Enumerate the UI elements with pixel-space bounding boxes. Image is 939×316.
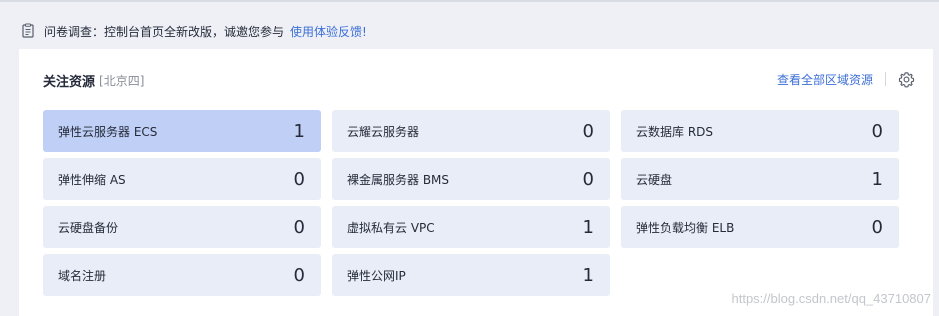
- followed-resources-card: 关注资源 [北京四] 查看全部区域资源 弹性云服务器 ECS 1 云耀云服务器 …: [19, 49, 933, 316]
- resource-count: 0: [582, 120, 594, 142]
- resource-count: 0: [293, 168, 305, 190]
- resource-tile-evs[interactable]: 云硬盘 1: [621, 158, 899, 200]
- resource-name: 域名注册: [58, 268, 107, 283]
- resource-name: 云硬盘备份: [58, 220, 119, 235]
- resource-tile-bms[interactable]: 裸金属服务器 BMS 0: [332, 158, 610, 200]
- resource-tile-rds[interactable]: 云数据库 RDS 0: [621, 110, 899, 152]
- resource-count: 0: [871, 216, 883, 238]
- resource-name: 弹性伸缩 AS: [58, 172, 126, 187]
- resource-name: 弹性云服务器 ECS: [58, 124, 158, 139]
- resource-name: 云数据库 RDS: [636, 124, 714, 139]
- top-divider: [0, 0, 939, 2]
- resource-count: 1: [871, 168, 883, 190]
- survey-icon: [20, 23, 36, 39]
- resource-grid: 弹性云服务器 ECS 1 云耀云服务器 0 云数据库 RDS 0 弹性伸缩 AS…: [43, 110, 899, 296]
- resource-count: 1: [293, 120, 305, 142]
- resource-tile-as[interactable]: 弹性伸缩 AS 0: [43, 158, 321, 200]
- resource-tile-elb[interactable]: 弹性负载均衡 ELB 0: [621, 206, 899, 248]
- resource-tile-vbs[interactable]: 云硬盘备份 0: [43, 206, 321, 248]
- gear-icon[interactable]: [898, 71, 915, 88]
- region-label: [北京四]: [99, 73, 145, 88]
- card-header: 关注资源 [北京四]: [43, 71, 145, 90]
- resource-count: 0: [293, 216, 305, 238]
- watermark: https://blog.csdn.net/qq_43710807: [731, 291, 932, 306]
- resource-tile-domain[interactable]: 域名注册 0: [43, 254, 321, 296]
- resource-count: 1: [582, 216, 594, 238]
- resource-count: 0: [582, 168, 594, 190]
- header-divider: [885, 72, 886, 86]
- resource-name: 弹性负载均衡 ELB: [636, 220, 735, 235]
- resource-name: 虚拟私有云 VPC: [347, 220, 435, 235]
- feedback-link[interactable]: 使用体验反馈!: [290, 23, 367, 40]
- resource-count: 0: [293, 264, 305, 286]
- card-header-actions: 查看全部区域资源: [777, 69, 915, 89]
- resource-tile-vpc[interactable]: 虚拟私有云 VPC 1: [332, 206, 610, 248]
- resource-name: 云耀云服务器: [347, 124, 420, 139]
- survey-notice-text: 问卷调查：控制台首页全新改版，诚邀您参与: [44, 24, 285, 39]
- resource-name: 云硬盘: [636, 172, 673, 187]
- resource-tile-ecs[interactable]: 弹性云服务器 ECS 1: [43, 110, 321, 152]
- resource-count: 1: [582, 264, 594, 286]
- console-page: 问卷调查：控制台首页全新改版，诚邀您参与 使用体验反馈! 关注资源 [北京四] …: [0, 0, 939, 316]
- resource-count: 0: [871, 120, 883, 142]
- resource-name: 弹性公网IP: [347, 268, 406, 283]
- resource-name: 裸金属服务器 BMS: [347, 172, 450, 187]
- card-title: 关注资源: [43, 74, 96, 90]
- view-all-regions-link[interactable]: 查看全部区域资源: [777, 71, 873, 88]
- resource-tile-flexus[interactable]: 云耀云服务器 0: [332, 110, 610, 152]
- resource-tile-eip[interactable]: 弹性公网IP 1: [332, 254, 610, 296]
- survey-notice: 问卷调查：控制台首页全新改版，诚邀您参与 使用体验反馈!: [20, 21, 367, 41]
